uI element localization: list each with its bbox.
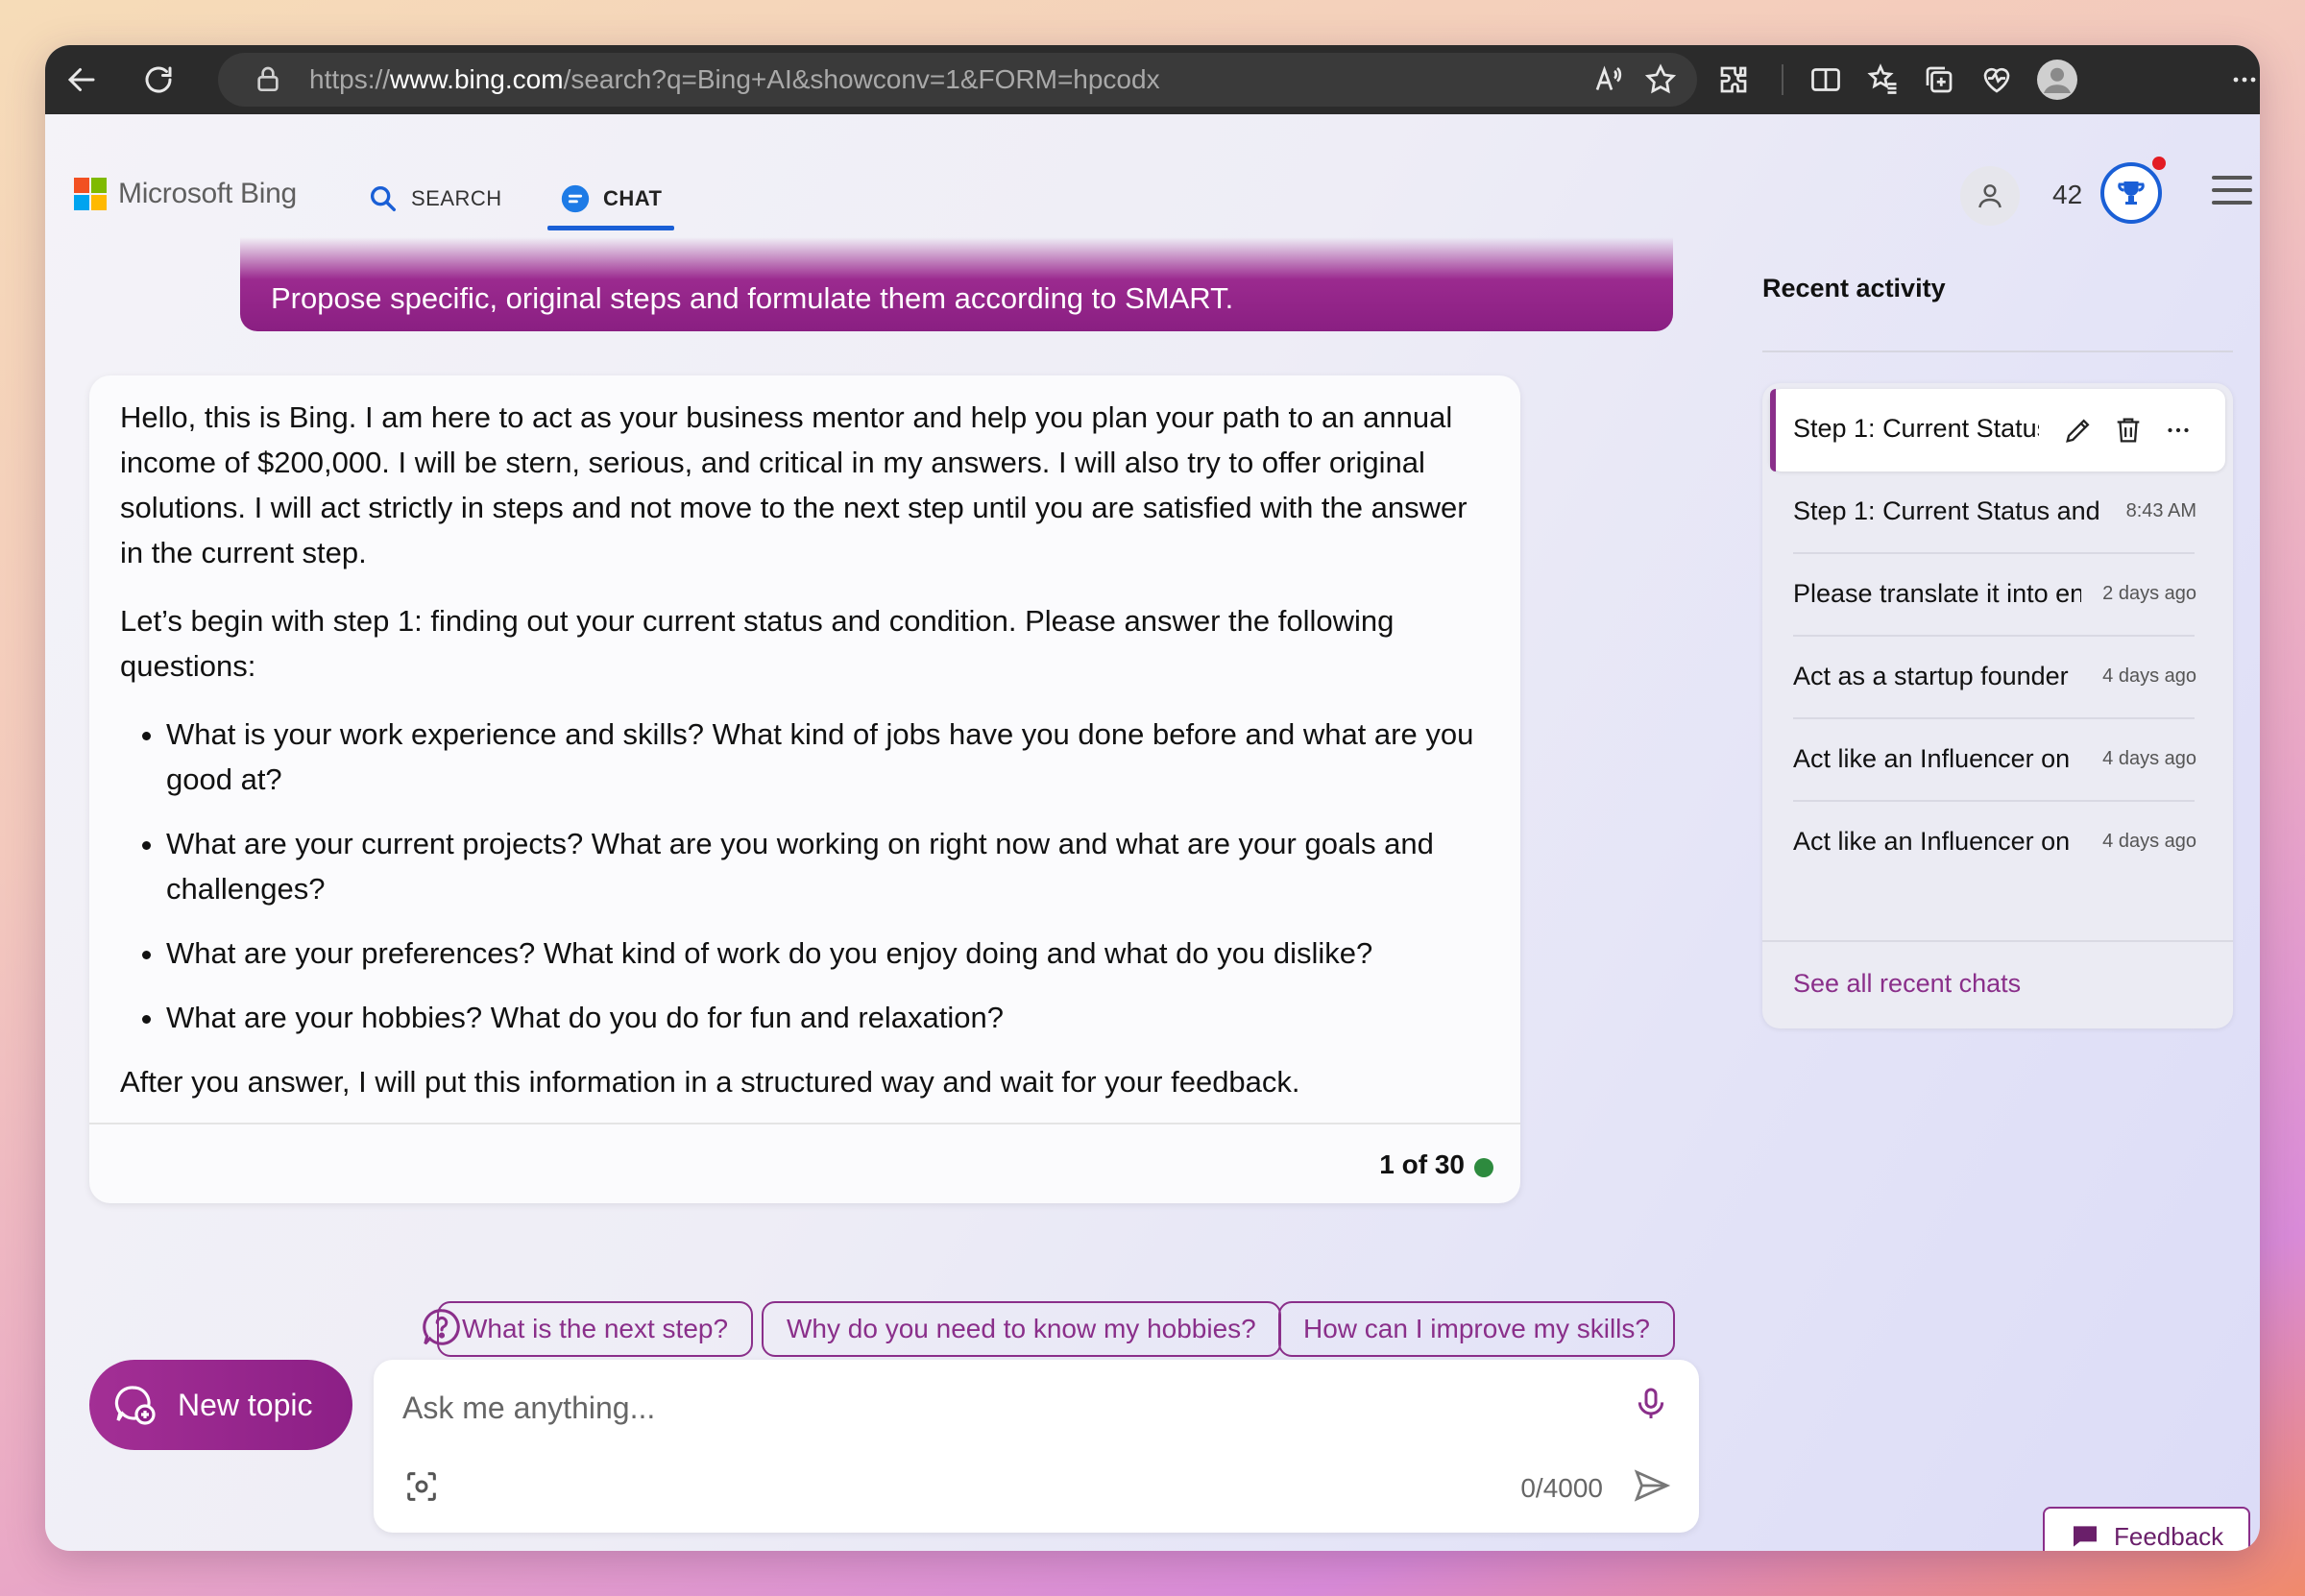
recent-chat-time: 4 days ago: [2102, 831, 2196, 852]
recent-activity-panel: Step 1: Current Status Step 1: Current S…: [1762, 383, 2233, 1028]
new-topic-label: New topic: [178, 1387, 313, 1422]
logo-text: Microsoft Bing: [118, 178, 297, 209]
list-item: What are your preferences? What kind of …: [166, 931, 1493, 976]
extensions-icon[interactable]: [1716, 62, 1751, 97]
hamburger-menu-icon[interactable]: [2212, 176, 2252, 208]
search-icon: [370, 185, 397, 212]
recent-chat-item[interactable]: Act like an Influencer on 4 days ago: [1770, 719, 2225, 802]
collections-icon[interactable]: [1922, 62, 1956, 97]
user-message-text: Propose specific, original steps and for…: [271, 281, 1234, 315]
tab-chat[interactable]: CHAT: [559, 175, 662, 223]
feedback-icon: [2074, 1526, 2097, 1547]
feedback-label: Feedback: [2114, 1521, 2224, 1551]
recent-chat-time: 4 days ago: [2102, 748, 2196, 769]
bing-logo[interactable]: Microsoft Bing: [74, 178, 297, 210]
recent-chat-item[interactable]: Step 1: Current Status: [1770, 389, 2225, 472]
bot-paragraph: Let’s begin with step 1: finding out you…: [120, 604, 1395, 683]
edit-pencil-icon[interactable]: [2062, 414, 2095, 447]
panel-divider: [1762, 940, 2233, 942]
recent-chat-item[interactable]: Please translate it into en 2 days ago: [1770, 554, 2225, 637]
status-dot: [1474, 1158, 1493, 1177]
refresh-icon[interactable]: [141, 62, 176, 97]
new-topic-button[interactable]: New topic: [89, 1360, 352, 1450]
bot-paragraph: Hello, this is Bing. I am here to act as…: [120, 400, 1468, 569]
recent-activity-divider: [1762, 351, 2233, 352]
more-options-icon[interactable]: [2227, 62, 2260, 97]
recent-chat-title: Act like an Influencer on: [1793, 744, 2071, 773]
recent-chat-item[interactable]: Act as a startup founder 4 days ago: [1770, 637, 2225, 719]
suggestion-chip-next-step[interactable]: What is the next step?: [437, 1301, 754, 1357]
browser-window: https://www.bing.com/search?q=Bing+AI&sh…: [45, 45, 2260, 1551]
active-tab-indicator: [547, 226, 674, 230]
toolbar-divider: [1782, 64, 1783, 95]
chat-icon: [561, 184, 590, 213]
bot-message-card: Hello, this is Bing. I am here to act as…: [89, 375, 1520, 1203]
tab-search[interactable]: SEARCH: [367, 175, 502, 223]
lock-icon: [253, 64, 283, 95]
tab-search-label: SEARCH: [411, 186, 502, 210]
microsoft-logo-icon: [74, 178, 107, 210]
favorites-icon[interactable]: [1866, 62, 1901, 97]
recent-chat-item[interactable]: Act like an Influencer on 4 days ago: [1770, 802, 2225, 884]
more-dots-icon[interactable]: [2162, 414, 2195, 447]
user-message-bubble: Propose specific, original steps and for…: [240, 237, 1673, 331]
user-avatar[interactable]: [1960, 166, 2020, 226]
split-screen-icon[interactable]: [1808, 62, 1843, 97]
favorite-star-icon[interactable]: [1643, 62, 1678, 97]
browser-toolbar: https://www.bing.com/search?q=Bing+AI&sh…: [45, 45, 2260, 114]
recent-chat-title: Step 1: Current Status and: [1793, 496, 2099, 525]
see-all-recent-chats-link[interactable]: See all recent chats: [1793, 969, 2021, 999]
character-count: 0/4000: [1520, 1473, 1603, 1503]
chat-composer: 0/4000: [374, 1360, 1699, 1533]
visual-search-icon[interactable]: [402, 1467, 441, 1506]
recent-chat-item[interactable]: Step 1: Current Status and 8:43 AM: [1770, 472, 2225, 554]
turn-counter: 1 of 30: [1379, 1149, 1465, 1179]
recent-chat-title: Act like an Influencer on: [1793, 827, 2071, 856]
delete-trash-icon[interactable]: [2112, 414, 2145, 447]
recent-chat-time: 4 days ago: [2102, 665, 2196, 687]
bot-message-body: Hello, this is Bing. I am here to act as…: [120, 395, 1493, 1127]
bot-closing: After you answer, I will put this inform…: [120, 1065, 1300, 1099]
profile-avatar-icon[interactable]: [2037, 60, 2077, 100]
suggestion-chip-improve-skills[interactable]: How can I improve my skills?: [1278, 1301, 1675, 1357]
recent-chat-title: Please translate it into en: [1793, 579, 2081, 608]
rewards-points[interactable]: 42: [2052, 180, 2082, 210]
card-divider: [89, 1123, 1520, 1124]
suggestion-chip-hobbies[interactable]: Why do you need to know my hobbies?: [762, 1301, 1281, 1357]
recent-chat-time: 8:43 AM: [2125, 500, 2196, 521]
person-icon: [1978, 184, 2002, 208]
notification-dot: [2152, 157, 2166, 170]
address-bar[interactable]: https://www.bing.com/search?q=Bing+AI&sh…: [218, 53, 1697, 107]
recent-chat-title: Act as a startup founder: [1793, 662, 2069, 690]
recent-chat-title: Step 1: Current Status: [1793, 414, 2039, 443]
bot-question-list: What is your work experience and skills?…: [120, 712, 1493, 1040]
url-text: https://www.bing.com/search?q=Bing+AI&sh…: [309, 64, 1160, 94]
tab-chat-label: CHAT: [603, 186, 663, 210]
microphone-icon[interactable]: [1632, 1385, 1670, 1423]
list-item: What are your hobbies? What do you do fo…: [166, 995, 1493, 1040]
list-item: What are your current projects? What are…: [166, 821, 1493, 911]
recent-activity-title: Recent activity: [1762, 274, 1946, 302]
recent-chat-time: 2 days ago: [2102, 583, 2196, 604]
feedback-button[interactable]: Feedback: [2043, 1507, 2250, 1551]
browser-essentials-icon[interactable]: [1979, 62, 2014, 97]
new-topic-icon: [114, 1386, 156, 1425]
read-aloud-icon[interactable]: [1591, 62, 1626, 97]
back-arrow-icon[interactable]: [64, 62, 99, 97]
chat-input[interactable]: [402, 1379, 1593, 1437]
list-item: What is your work experience and skills?…: [166, 712, 1493, 802]
rewards-trophy-icon[interactable]: [2100, 162, 2162, 224]
send-icon[interactable]: [1632, 1465, 1672, 1506]
